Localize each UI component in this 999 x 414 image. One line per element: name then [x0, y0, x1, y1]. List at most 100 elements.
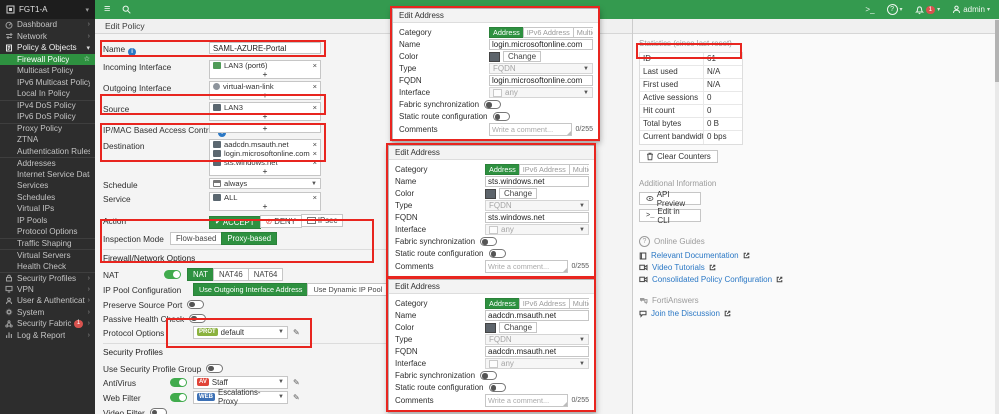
address-name-input[interactable]: login.microsoftonline.com — [489, 39, 593, 50]
relevant-documentation-link[interactable]: Relevant Documentation — [639, 251, 995, 260]
sidebar-item-multicast-policy[interactable]: Multicast Policy — [0, 65, 95, 77]
sidebar-item-system[interactable]: System › — [0, 307, 95, 319]
policy-name-input[interactable]: SAML-AZURE-Portal — [209, 42, 321, 54]
add-icon[interactable]: + — [213, 124, 317, 133]
remove-icon[interactable]: × — [313, 158, 317, 167]
cli-console-icon[interactable]: >_ — [865, 5, 874, 14]
remove-icon[interactable]: × — [313, 61, 317, 70]
change-color-button[interactable]: Change — [499, 188, 538, 199]
remove-icon[interactable]: × — [313, 103, 317, 112]
category-multicast-address-button[interactable]: Multicast Address — [568, 298, 589, 309]
passive-health-check-toggle[interactable] — [189, 313, 207, 323]
sidebar-item-firewall-policy[interactable]: Firewall Policy ☆ — [0, 53, 95, 65]
use-security-profile-group-toggle[interactable] — [206, 363, 224, 373]
sidebar-item-internet-service-database[interactable]: Internet Service Database — [0, 169, 95, 181]
category-ipv6-address-button[interactable]: IPv6 Address — [518, 298, 570, 309]
fqdn-input[interactable]: sts.windows.net — [485, 212, 589, 223]
category-address-button[interactable]: Address — [485, 164, 520, 175]
add-icon[interactable]: + — [213, 91, 317, 100]
nat64-button[interactable]: NAT64 — [247, 267, 284, 281]
sidebar-item-services[interactable]: Services — [0, 180, 95, 192]
nat-button[interactable]: NAT — [187, 267, 215, 281]
sidebar-item-security-fabric[interactable]: Security Fabric 1 › — [0, 318, 95, 330]
preserve-source-port-toggle[interactable] — [187, 299, 205, 309]
sidebar-item-ztna[interactable]: ZTNA — [0, 134, 95, 146]
sidebar-item-ipv4-dos-policy[interactable]: IPv4 DoS Policy — [0, 99, 95, 112]
edit-in-cli-button[interactable]: >_ Edit in CLI — [639, 207, 701, 225]
sidebar-item-traffic-shaping[interactable]: Traffic Shaping — [0, 237, 95, 250]
comments-input[interactable]: Write a comment... — [489, 123, 573, 136]
remove-icon[interactable]: × — [313, 193, 317, 202]
sidebar-item-authentication-rules[interactable]: Authentication Rules — [0, 146, 95, 158]
category-multicast-address-button[interactable]: Multicast Address — [568, 164, 589, 175]
add-icon[interactable]: + — [213, 112, 317, 121]
video-filter-toggle[interactable] — [149, 407, 167, 414]
ipmac-select[interactable]: + — [209, 123, 321, 133]
static-route-configuration-toggle[interactable] — [488, 383, 506, 392]
video-tutorials-link[interactable]: Video Tutorials — [639, 263, 995, 272]
use-dynamic-ip-pool-button[interactable]: Use Dynamic IP Pool — [307, 282, 389, 296]
address-name-input[interactable]: sts.windows.net — [485, 176, 589, 187]
antivirus-toggle[interactable] — [170, 377, 187, 387]
destination-select[interactable]: aadcdn.msauth.net × login.microsoftonlin… — [209, 139, 321, 176]
static-route-configuration-toggle[interactable] — [492, 112, 510, 121]
schedule-select[interactable]: always ▼ — [209, 178, 321, 189]
category-multicast-address-button[interactable]: Multicast Address — [572, 27, 593, 38]
nat46-button[interactable]: NAT46 — [213, 267, 249, 281]
category-address-button[interactable]: Address — [489, 27, 524, 38]
sidebar-item-policy-objects[interactable]: Policy & Objects ▾ — [0, 42, 95, 54]
ipsec-button[interactable]: IPsec — [300, 214, 344, 227]
join-the-discussion-link[interactable]: Join the Discussion — [639, 309, 995, 318]
edit-pencil-icon[interactable]: ✎ — [293, 326, 300, 337]
api-preview-button[interactable]: API Preview — [639, 190, 701, 208]
sidebar-item-protocol-options[interactable]: Protocol Options — [0, 226, 95, 238]
sidebar-item-virtual-ips[interactable]: Virtual IPs — [0, 203, 95, 215]
clear-counters-button[interactable]: Clear Counters — [639, 150, 718, 163]
hamburger-icon[interactable]: ≡ — [104, 4, 110, 15]
antivirus-select[interactable]: AV Staff ▼ — [193, 375, 288, 389]
flow-based-button[interactable]: Flow-based — [170, 231, 223, 245]
fabric-synchronization-toggle[interactable] — [480, 237, 498, 246]
fqdn-input[interactable]: aadcdn.msauth.net — [485, 346, 589, 357]
sidebar-item-local-in-policy[interactable]: Local In Policy — [0, 88, 95, 100]
sidebar-item-dashboard[interactable]: Dashboard › — [0, 19, 95, 31]
sidebar-item-addresses[interactable]: Addresses — [0, 157, 95, 169]
sidebar-item-health-check[interactable]: Health Check — [0, 261, 95, 273]
sidebar-item-ipv6-multicast-policy[interactable]: IPv6 Multicast Policy — [0, 77, 95, 89]
web-filter-toggle[interactable] — [170, 392, 187, 402]
static-route-configuration-toggle[interactable] — [488, 249, 506, 258]
sidebar-item-schedules[interactable]: Schedules — [0, 192, 95, 204]
fabric-synchronization-toggle[interactable] — [484, 100, 502, 109]
deny-button[interactable]: ⊘ DENY — [259, 215, 302, 228]
help-menu[interactable]: ? ▾ — [886, 4, 903, 15]
notifications-menu[interactable]: 1 ▾ — [914, 5, 940, 15]
sidebar-item-security-profiles[interactable]: Security Profiles › — [0, 272, 95, 284]
comments-input[interactable]: Write a comment... — [485, 260, 569, 273]
source-select[interactable]: LAN3 × + — [209, 102, 321, 121]
sidebar-item-ip-pools[interactable]: IP Pools — [0, 215, 95, 227]
protocol-options-select[interactable]: PROT default ▼ — [193, 325, 288, 339]
add-icon[interactable]: + — [213, 202, 317, 211]
service-select[interactable]: ALL × + — [209, 192, 321, 211]
category-ipv6-address-button[interactable]: IPv6 Address — [518, 164, 570, 175]
sidebar-item-vpn[interactable]: VPN › — [0, 284, 95, 296]
remove-icon[interactable]: × — [313, 82, 317, 91]
add-icon[interactable]: + — [213, 167, 317, 176]
fabric-synchronization-toggle[interactable] — [480, 371, 498, 380]
address-name-input[interactable]: aadcdn.msauth.net — [485, 310, 589, 321]
comments-input[interactable]: Write a comment... — [485, 394, 569, 407]
fqdn-input[interactable]: login.microsoftonline.com — [489, 75, 593, 86]
use-outgoing-interface-address-button[interactable]: Use Outgoing Interface Address — [193, 282, 309, 296]
remove-icon[interactable]: × — [313, 140, 317, 149]
search-icon[interactable] — [122, 5, 132, 14]
incoming-interface-select[interactable]: LAN3 (port6) × + — [209, 60, 321, 79]
nat-toggle[interactable] — [164, 269, 181, 279]
consolidated-policy-configuration-link[interactable]: Consolidated Policy Configuration — [639, 275, 995, 284]
change-color-button[interactable]: Change — [503, 51, 542, 62]
edit-pencil-icon[interactable]: ✎ — [293, 391, 300, 402]
scrollbar-thumb[interactable] — [995, 20, 999, 82]
sidebar-item-user-authentication[interactable]: User & Authentication› — [0, 295, 95, 307]
category-address-button[interactable]: Address — [485, 298, 520, 309]
sidebar-item-network[interactable]: Network › — [0, 31, 95, 43]
proxy-based-button[interactable]: Proxy-based — [221, 231, 278, 245]
